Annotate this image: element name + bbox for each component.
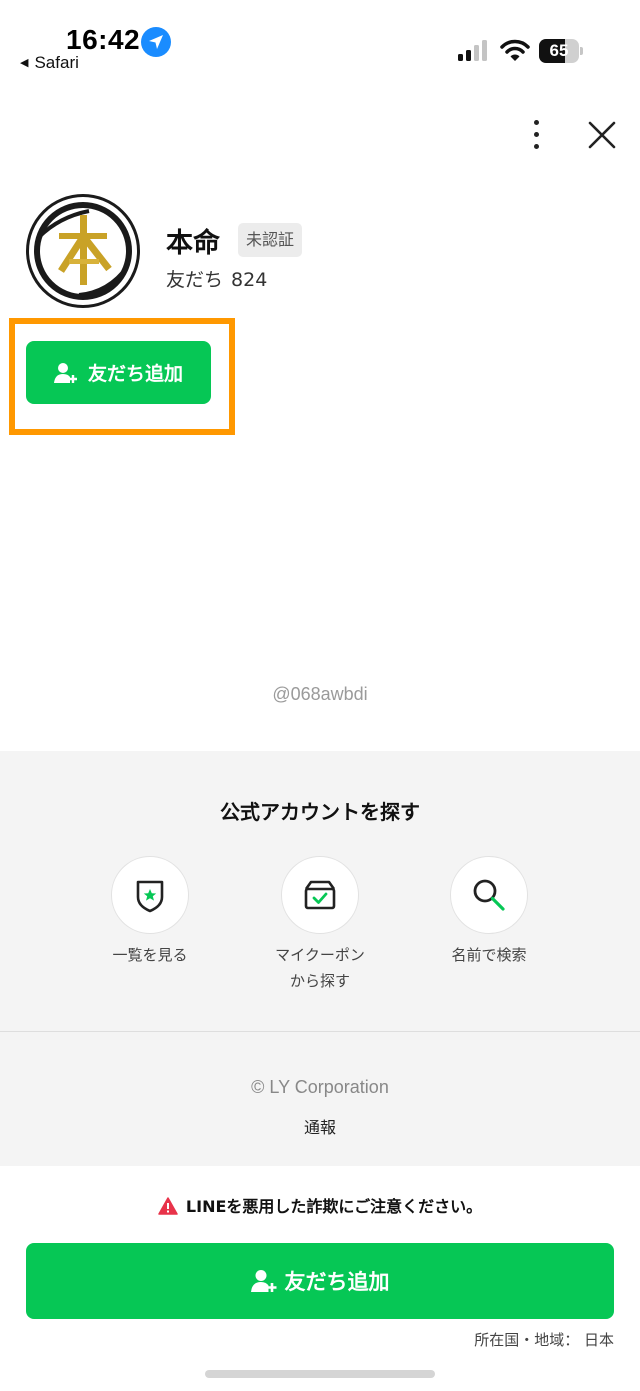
unverified-badge: 未認証 (238, 223, 303, 257)
fraud-warning-text: LINEを悪用した詐欺にご注意ください。 (185, 1197, 483, 1216)
explore-search-button[interactable]: 名前で検索 (409, 856, 569, 968)
shield-star-icon (136, 880, 164, 913)
add-friend-button[interactable]: 友だち追加 (26, 341, 211, 404)
signal-icon (458, 40, 487, 61)
report-link[interactable]: 通報 (0, 1114, 640, 1138)
fraud-warning: LINEを悪用した詐欺にご注意ください。 (0, 1193, 640, 1217)
add-friend-label: 友だち追加 (87, 363, 183, 385)
divider (0, 1031, 640, 1032)
status-time: 16:42 (66, 24, 141, 55)
friends-count-label: 友だち (166, 269, 224, 291)
explore-coupon-button[interactable]: マイクーポン から探す (240, 856, 400, 994)
friends-count: 友だち 824 (166, 265, 267, 292)
search-icon (473, 879, 505, 911)
wifi-icon (500, 39, 530, 61)
warning-icon (158, 1197, 178, 1215)
add-friend-bottom-button[interactable]: 友だち追加 (26, 1243, 614, 1319)
close-button[interactable] (586, 119, 618, 151)
battery-icon: 65 (539, 39, 583, 63)
add-friend-icon (250, 1270, 276, 1292)
home-indicator (205, 1370, 435, 1378)
explore-list-button[interactable]: 一覧を見る (70, 856, 230, 968)
explore-title: 公式アカウントを探す (220, 800, 420, 824)
back-to-app-link[interactable]: ◀ Safari (20, 53, 79, 73)
coupon-box-icon (304, 880, 336, 910)
back-app-label: Safari (34, 53, 79, 72)
explore-search-label: 名前で検索 (451, 946, 527, 964)
add-friend-bottom-label: 友だち追加 (284, 1270, 390, 1294)
account-id: @068awbdi (272, 684, 368, 704)
battery-level-text: 65 (549, 41, 569, 60)
avatar (26, 194, 140, 308)
explore-list-label: 一覧を見る (112, 946, 188, 964)
more-options-button[interactable] (522, 118, 552, 152)
explore-coupon-label: マイクーポン から探す (275, 946, 365, 990)
profile-name: 本命 (166, 228, 220, 259)
friends-count-value: 824 (231, 269, 268, 291)
region-text: 所在国・地域： 日本 (474, 1331, 614, 1349)
add-friend-icon (53, 362, 77, 383)
location-arrow-icon (141, 27, 171, 57)
copyright: © LY Corporation (251, 1077, 389, 1097)
